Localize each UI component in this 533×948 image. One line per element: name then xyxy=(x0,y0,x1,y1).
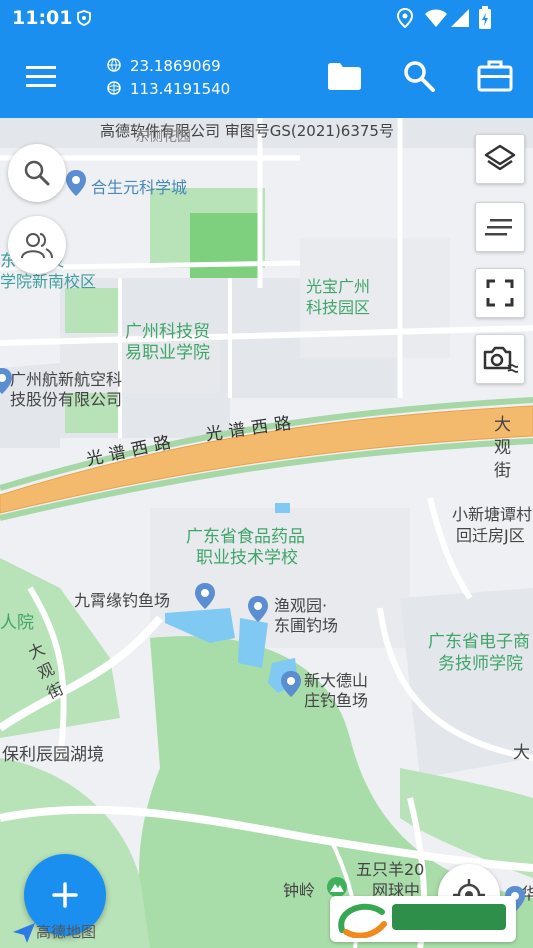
layers-icon xyxy=(484,144,516,171)
place-elec-2[interactable]: 务技师学院 xyxy=(438,649,523,674)
wifi-icon xyxy=(425,9,447,27)
site-watermark-badge xyxy=(330,896,516,942)
place-top[interactable]: 东侧花园 xyxy=(135,126,191,146)
camera-button[interactable] xyxy=(475,334,525,384)
place-aero-2[interactable]: 技股份有限公司 xyxy=(10,386,122,410)
sports-field xyxy=(190,213,260,283)
fullscreen-button[interactable] xyxy=(475,268,525,318)
app-bar: 23.1869069 113.4191540 xyxy=(0,36,533,118)
list-icon xyxy=(485,219,512,236)
poi-pin-icon[interactable] xyxy=(66,170,86,196)
plus-icon xyxy=(52,882,78,908)
place-jiuxiao[interactable]: 九霄缘钓鱼场 xyxy=(74,587,170,611)
place-xiaoxin-2[interactable]: 回迁房J区 xyxy=(456,522,525,546)
place-trade-2[interactable]: 易职业学院 xyxy=(125,338,210,363)
place-yuguan-2[interactable]: 东圃钓场 xyxy=(274,612,338,636)
poi-pin-icon[interactable] xyxy=(248,596,268,622)
mountain-icon[interactable] xyxy=(326,876,348,898)
latitude-text: 23.1869069 xyxy=(130,57,221,75)
poi-pin-icon[interactable] xyxy=(0,368,12,394)
site-logo-bar xyxy=(392,904,506,930)
place-baoli[interactable]: 保利辰园湖境 xyxy=(2,740,104,765)
place-food-school-2[interactable]: 职业技术学校 xyxy=(196,543,298,568)
map-view[interactable]: 高德软件有限公司 审图号GS(2021)6375号 合生元科学城 东…代技 学院… xyxy=(0,118,533,948)
place-xindade-2[interactable]: 庄钓鱼场 xyxy=(304,687,368,711)
people-icon xyxy=(21,233,53,259)
map-search-button[interactable] xyxy=(8,144,66,202)
status-time: 11:01 xyxy=(12,7,73,29)
status-bar: 11:01 xyxy=(0,0,533,36)
poi-pin-icon[interactable] xyxy=(195,583,215,609)
folder-icon[interactable] xyxy=(328,63,361,90)
place-renyuan[interactable]: 人院 xyxy=(0,608,34,633)
menu-icon[interactable] xyxy=(26,66,56,88)
poi-pin-icon[interactable] xyxy=(281,671,301,697)
site-logo-icon xyxy=(338,903,387,938)
globe-icon xyxy=(107,81,121,95)
place-hesheng[interactable]: 合生元科学城 xyxy=(91,174,187,198)
longitude-text: 113.4191540 xyxy=(130,80,231,98)
signal-icon xyxy=(451,9,469,27)
place-zhongling[interactable]: 钟岭 xyxy=(283,877,315,901)
map-watermark: 高德地图 xyxy=(36,923,97,941)
people-button[interactable] xyxy=(8,216,66,274)
toolbox-icon[interactable] xyxy=(477,60,513,92)
list-button[interactable] xyxy=(475,202,525,252)
road-label-daguan: 大观街 xyxy=(494,415,511,481)
battery-icon xyxy=(479,6,491,29)
layers-button[interactable] xyxy=(475,134,525,184)
road-label-da: 大 xyxy=(513,743,530,763)
location-icon xyxy=(396,8,414,28)
place-guangbao-2[interactable]: 科技园区 xyxy=(306,294,370,318)
search-icon xyxy=(24,160,50,186)
gaode-logo-icon xyxy=(13,923,35,943)
camera-icon xyxy=(483,346,518,373)
globe-icon xyxy=(107,58,121,72)
fullscreen-icon xyxy=(486,279,514,307)
shield-icon xyxy=(77,10,91,26)
search-icon[interactable] xyxy=(403,60,435,92)
